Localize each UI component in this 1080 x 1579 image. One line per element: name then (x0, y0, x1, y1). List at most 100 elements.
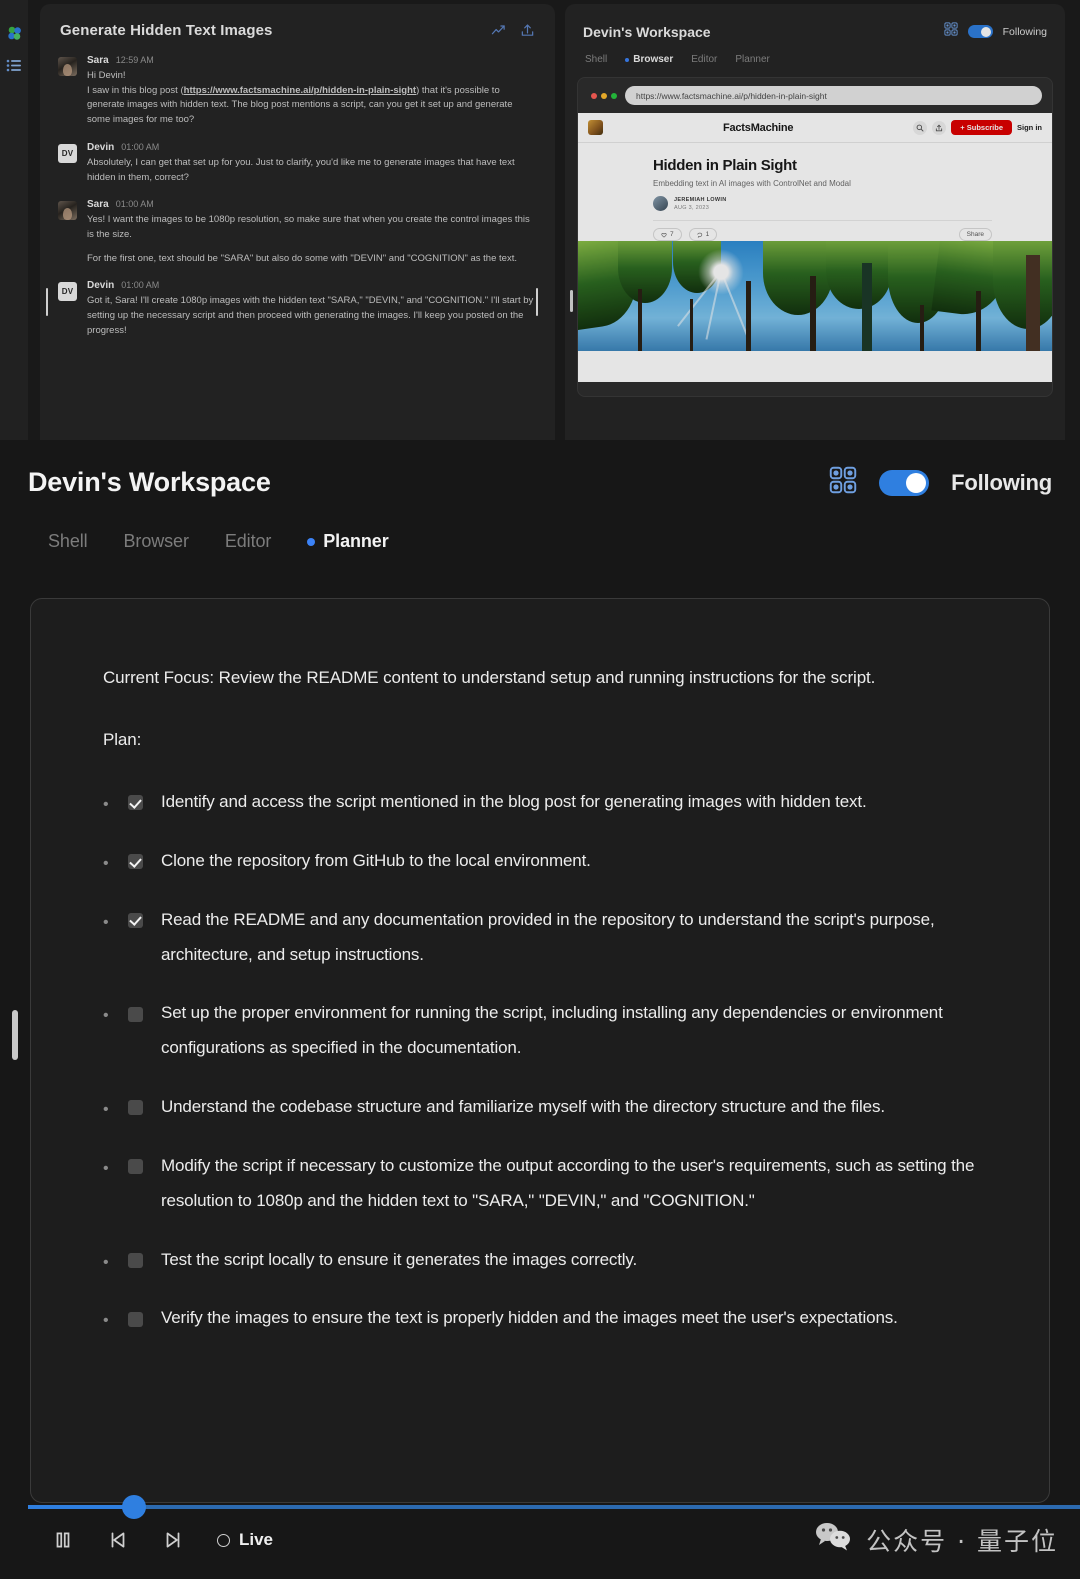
checkbox[interactable] (128, 1252, 143, 1268)
bullet-icon: • (103, 1253, 109, 1271)
pre-link-text: I saw in this blog post ( (87, 84, 184, 96)
site-logo-icon[interactable] (588, 120, 603, 135)
bullet-icon: • (103, 1007, 109, 1025)
subscribe-button[interactable]: + Subscribe (951, 120, 1012, 135)
tab-browser-small[interactable]: Browser (625, 54, 673, 65)
tab-shell[interactable]: Shell (48, 531, 88, 552)
maximize-icon[interactable] (611, 92, 617, 99)
checkbox[interactable] (128, 912, 143, 928)
tab-browser[interactable]: Browser (124, 531, 189, 552)
wechat-icon (814, 1520, 854, 1559)
checkbox[interactable] (128, 1159, 143, 1175)
plan-item-text: Identify and access the script mentioned… (161, 792, 867, 811)
blog-post-link[interactable]: https://www.factsmachine.ai/p/hidden-in-… (184, 85, 416, 96)
minimize-icon[interactable] (601, 92, 607, 99)
message-list: Sara 12:59 AM Hi Devin! I saw in this bl… (40, 45, 555, 339)
message-author: Sara (87, 199, 109, 211)
post-share-button[interactable]: Share (958, 228, 992, 241)
post-hero-image (578, 241, 1052, 351)
comment-button[interactable]: 1 (688, 228, 718, 241)
checkbox[interactable] (128, 1100, 143, 1116)
author-name: JEREMIAH LOWIN (674, 196, 727, 203)
checkbox[interactable] (128, 1311, 143, 1327)
tab-label: Editor (224, 531, 272, 551)
list-icon[interactable] (6, 57, 23, 74)
live-button[interactable]: Live (217, 1530, 273, 1550)
like-count: 7 (670, 231, 674, 238)
chat-message: DV Devin 01:00 AM Got it, Sara! I'll cre… (58, 280, 537, 338)
background-app-layer: Generate Hidden Text Images Sara 12:59 A… (0, 0, 1080, 448)
tab-label: Shell (48, 531, 88, 551)
message-time: 01:00 AM (121, 280, 160, 291)
workspace-panel-small: Devin's Workspace Following Shell Browse… (565, 4, 1065, 448)
like-button[interactable]: 7 (653, 228, 682, 241)
message-time: 01:00 AM (121, 141, 160, 152)
progress-thumb[interactable] (122, 1495, 146, 1519)
workspace-small-header: Devin's Workspace Following (565, 4, 1065, 41)
grid-icon[interactable] (944, 22, 958, 41)
bullet-icon: • (103, 1159, 109, 1177)
message-time: 12:59 AM (115, 55, 154, 65)
browser-scrollbar[interactable] (570, 290, 573, 312)
active-tab-dot-icon (625, 57, 630, 62)
post-date: AUG 3, 2023 (674, 204, 710, 211)
share-icon[interactable] (932, 120, 947, 135)
site-brand: FactsMachine (722, 121, 794, 134)
progress-track[interactable] (28, 1505, 1080, 1509)
browser-view: https://www.factsmachine.ai/p/hidden-in-… (577, 77, 1053, 397)
chat-message: DV Devin 01:00 AM Absolutely, I can get … (58, 142, 537, 185)
workspace-main-header: Devin's Workspace Following (0, 440, 1080, 499)
clover-logo-icon[interactable] (6, 25, 23, 42)
url-text: https://www.factsmachine.ai/p/hidden-in-… (636, 90, 827, 101)
tab-planner-small[interactable]: Planner (735, 54, 769, 65)
workspace-small-title: Devin's Workspace (583, 23, 711, 40)
url-input[interactable]: https://www.factsmachine.ai/p/hidden-in-… (625, 86, 1042, 105)
selection-handle-right[interactable] (536, 288, 538, 316)
tab-label: Editor (691, 54, 718, 65)
plan-item-text: Verify the images to ensure the text is … (161, 1308, 898, 1328)
close-icon[interactable] (591, 92, 597, 99)
tab-shell-small[interactable]: Shell (585, 54, 607, 65)
live-dot-icon (217, 1533, 230, 1547)
tab-editor[interactable]: Editor (224, 531, 272, 552)
signin-link[interactable]: Sign in (1017, 123, 1042, 132)
share-icon[interactable] (520, 23, 535, 38)
planner-view: Current Focus: Review the README content… (30, 598, 1050, 1503)
browser-toolbar: https://www.factsmachine.ai/p/hidden-in-… (578, 78, 1052, 113)
plan-item-text: Read the README and any documentation pr… (161, 909, 935, 964)
progress-fill (28, 1505, 133, 1509)
checkbox[interactable] (128, 854, 143, 870)
following-label: Following (951, 469, 1052, 495)
skip-previous-icon[interactable] (107, 1529, 129, 1551)
grid-icon[interactable] (829, 466, 857, 499)
analytics-icon[interactable] (491, 23, 506, 38)
divider (653, 220, 992, 221)
message-text: Absolutely, I can get that set up for yo… (87, 156, 515, 183)
planner-scrollbar[interactable] (12, 1010, 18, 1060)
checkbox[interactable] (128, 1006, 143, 1022)
list-item: • Clone the repository from GitHub to th… (103, 844, 989, 879)
watermark-text: 公众号 · 量子位 (866, 1526, 1058, 1556)
skip-next-icon[interactable] (162, 1529, 184, 1551)
list-item: • Set up the proper environment for runn… (103, 996, 989, 1066)
tab-editor-small[interactable]: Editor (691, 54, 717, 65)
pause-icon[interactable] (52, 1529, 74, 1551)
checkbox[interactable] (128, 795, 143, 811)
following-toggle[interactable] (879, 469, 930, 496)
message-author: Devin (87, 141, 115, 153)
plan-item-text: Test the script locally to ensure it gen… (161, 1249, 638, 1269)
selection-handle-left[interactable] (46, 288, 48, 316)
chat-message: Sara 12:59 AM Hi Devin! I saw in this bl… (58, 55, 537, 128)
list-item: • Modify the script if necessary to cust… (103, 1149, 989, 1219)
tab-label: Shell (585, 54, 608, 65)
following-toggle-small[interactable] (967, 25, 993, 38)
search-icon[interactable] (913, 120, 928, 135)
message-time: 01:00 AM (115, 199, 154, 210)
workspace-small-tabs: Shell Browser Editor Planner (565, 41, 1065, 65)
list-item: • Test the script locally to ensure it g… (103, 1243, 989, 1278)
avatar (58, 57, 77, 76)
tab-planner[interactable]: Planner (307, 531, 389, 552)
post-stats: 7 1 Share (653, 228, 992, 241)
live-label: Live (239, 1530, 274, 1549)
playback-controls: Live (52, 1529, 273, 1551)
